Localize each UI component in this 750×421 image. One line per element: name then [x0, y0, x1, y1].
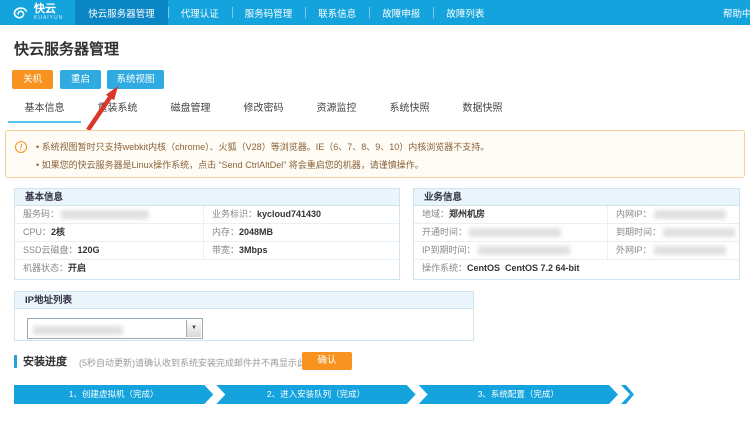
nav-item-fault-report[interactable]: 故障申报	[369, 0, 433, 25]
redacted-value	[469, 228, 561, 237]
install-progress-steps: 1、创建虚拟机（完成） 2、进入安装队列（完成） 3、系统配置（完成）	[14, 385, 634, 404]
nav-help-center[interactable]: 帮助中心	[723, 0, 750, 25]
shutdown-button[interactable]: 关机	[12, 70, 53, 89]
tab-reinstall-system[interactable]: 重装系统	[81, 99, 154, 123]
notice-line-2: 如果您的快云服务器是Linux操作系统，点击 “Send CtrlAltDel”…	[36, 158, 424, 171]
nav-item-server-management[interactable]: 快云服务器管理	[75, 0, 168, 25]
ip-address-list-title: IP地址列表	[15, 292, 473, 309]
redacted-value	[33, 326, 123, 335]
nav-item-agent-auth[interactable]: 代理认证	[168, 0, 232, 25]
nav-item-service-code[interactable]: 服务码管理	[232, 0, 306, 25]
redacted-value	[478, 246, 570, 255]
page-title: 快云服务器管理	[14, 38, 119, 59]
basic-info-panel-title: 基本信息	[15, 189, 399, 206]
redacted-value	[663, 228, 735, 237]
field-service-code: 服务码：	[15, 206, 204, 224]
tab-change-password[interactable]: 修改密码	[227, 99, 300, 123]
step-chevron-tail	[621, 385, 634, 404]
logo-title: 快云	[34, 4, 63, 15]
tab-resource-monitor[interactable]: 资源监控	[300, 99, 373, 123]
redacted-value	[654, 210, 726, 219]
logo-subtitle: KUAIYUN	[34, 16, 63, 21]
install-progress-title: 安装进度	[23, 353, 67, 369]
field-operating-system: 操作系统：CentOS CentOS 7.2 64-bit	[414, 260, 739, 278]
field-ssd-disk: SSD云磁盘：120G	[15, 242, 204, 260]
tab-basic-info[interactable]: 基本信息	[8, 99, 81, 123]
notice-line-1: 系统视图暂时只支持webkit内核（chrome）、火狐（V28）等浏览器。IE…	[36, 140, 489, 153]
system-view-button[interactable]: 系统视图	[107, 70, 164, 89]
step-system-config: 3、系统配置（完成）	[419, 385, 618, 404]
field-region: 地域：郑州机房	[414, 206, 608, 224]
field-machine-status: 机器状态：开启	[15, 260, 399, 278]
field-business-id: 业务标识：kycloud741430	[204, 206, 399, 224]
confirm-button[interactable]: 确认	[302, 352, 352, 370]
nav-item-fault-list[interactable]: 故障列表	[433, 0, 497, 25]
section-accent-bar	[14, 355, 17, 368]
basic-info-panel: 基本信息 服务码： 业务标识：kycloud741430 CPU：2核 内存：2…	[14, 188, 400, 280]
tab-system-snapshot[interactable]: 系统快照	[373, 99, 446, 123]
redacted-value	[61, 210, 149, 219]
machine-status-value: 开启	[68, 263, 86, 273]
field-bandwidth: 带宽：3Mbps	[204, 242, 399, 260]
chevron-down-icon[interactable]: ▼	[186, 320, 201, 337]
step-create-vm: 1、创建虚拟机（完成）	[14, 385, 213, 404]
kuaiyun-console-screen: 快云 KUAIYUN 快云服务器管理 代理认证 服务码管理 联系信息 故障申报 …	[0, 0, 750, 421]
field-public-ip: 外网IP：	[608, 242, 739, 260]
business-info-panel: 业务信息 地域：郑州机房 内网IP： 开通时间： 到期时间： IP到期时间： 外…	[413, 188, 740, 280]
field-memory: 内存：2048MB	[204, 224, 399, 242]
top-nav: 快云 KUAIYUN 快云服务器管理 代理认证 服务码管理 联系信息 故障申报 …	[0, 0, 750, 25]
browser-notice-box: ! 系统视图暂时只支持webkit内核（chrome）、火狐（V28）等浏览器。…	[5, 130, 745, 178]
reboot-button[interactable]: 重启	[60, 70, 101, 89]
step-install-queue: 2、进入安装队列（完成）	[216, 385, 415, 404]
brand-logo[interactable]: 快云 KUAIYUN	[0, 0, 75, 25]
install-progress-hint: (5秒自动更新)请确认收到系统安装完成邮件并不再显示此进度	[79, 356, 324, 369]
tab-data-snapshot[interactable]: 数据快照	[446, 99, 519, 123]
field-private-ip: 内网IP：	[608, 206, 739, 224]
field-ip-expiry-time: IP到期时间：	[414, 242, 608, 260]
nav-item-contact-info[interactable]: 联系信息	[305, 0, 369, 25]
tab-bar: 基本信息 重装系统 磁盘管理 修改密码 资源监控 系统快照 数据快照	[8, 99, 519, 123]
redacted-value	[654, 246, 726, 255]
tab-disk-management[interactable]: 磁盘管理	[154, 99, 227, 123]
business-info-panel-title: 业务信息	[414, 189, 739, 206]
kuaiyun-swirl-icon	[10, 5, 30, 21]
field-cpu: CPU：2核	[15, 224, 204, 242]
field-expiry-time: 到期时间：	[608, 224, 739, 242]
ip-address-select[interactable]: ▼	[27, 318, 203, 339]
field-activation-time: 开通时间：	[414, 224, 608, 242]
info-icon: !	[15, 141, 27, 153]
ip-address-list-panel: IP地址列表 ▼	[14, 291, 474, 341]
